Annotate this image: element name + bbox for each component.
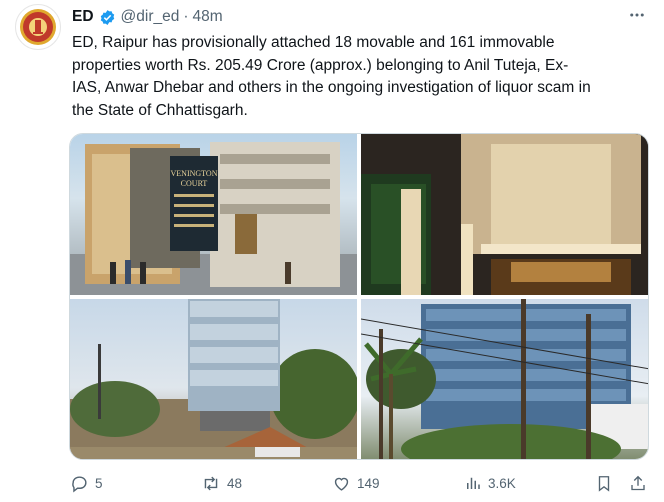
sign-text: COURT (181, 179, 208, 188)
reply-icon (70, 474, 89, 493)
tweet-text-line: properties worth Rs. 205.49 Crore (appro… (72, 56, 569, 74)
repost-button[interactable]: 48 (201, 468, 242, 498)
more-icon[interactable] (628, 6, 646, 29)
tweet-text: ED, Raipur has provisionally attached 18… (72, 32, 652, 122)
repost-count: 48 (227, 475, 243, 491)
photo-hotel-building[interactable]: VENINGTON COURT (70, 134, 357, 295)
ed-seal-logo (20, 9, 56, 45)
tweet-text-line: IAS, Anwar Dhebar and others in the ongo… (72, 79, 591, 96)
like-count: 149 (357, 475, 380, 491)
tweet-text-line: ED, Raipur has provisionally attached 18… (72, 34, 555, 51)
media-grid: VENINGTON COURT (69, 133, 649, 460)
like-button[interactable]: 149 (332, 468, 380, 498)
share-button[interactable] (629, 468, 647, 498)
author-name[interactable]: ED (72, 8, 94, 26)
repost-icon (201, 474, 221, 493)
action-bar: 5 48 149 3.6K (70, 468, 650, 498)
views-count: 3.6K (488, 475, 516, 491)
share-icon (629, 474, 647, 493)
verified-icon (99, 9, 116, 26)
reply-count: 5 (95, 475, 103, 491)
views-button[interactable]: 3.6K (464, 468, 516, 498)
photo-lit-facade[interactable] (361, 134, 648, 295)
photo-office-building[interactable] (361, 299, 648, 459)
sign-text: VENINGTON (171, 169, 218, 178)
bookmark-icon (595, 474, 613, 493)
author-handle[interactable]: @dir_ed (121, 8, 180, 26)
reply-button[interactable]: 5 (70, 468, 103, 498)
tweet-header: ED @dir_ed · 48m (72, 6, 644, 28)
timestamp[interactable]: 48m (193, 8, 223, 26)
like-icon (332, 474, 351, 493)
tweet-text-line: the State of Chhattisgarh. (72, 101, 248, 119)
bookmark-button[interactable] (595, 468, 613, 498)
photo-glass-building[interactable] (70, 299, 357, 459)
separator-dot: · (183, 8, 189, 25)
avatar[interactable] (15, 4, 61, 50)
views-icon (464, 474, 482, 492)
